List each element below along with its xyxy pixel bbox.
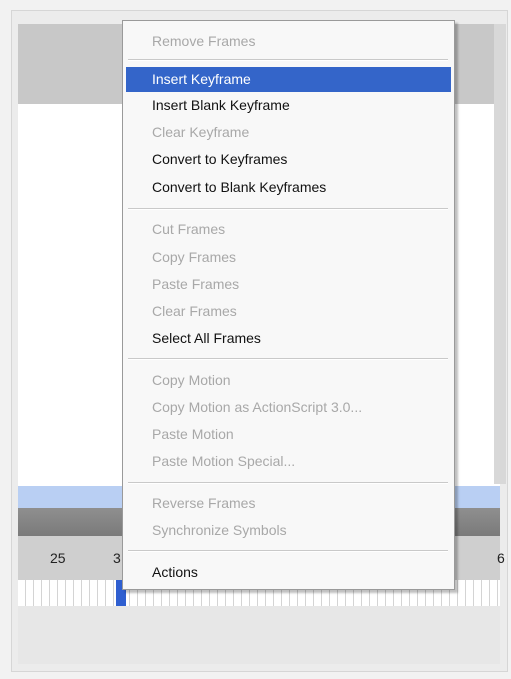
menu-item-select-all-frames[interactable]: Select All Frames [126, 326, 451, 351]
menu-separator [128, 550, 448, 552]
menu-separator [128, 59, 448, 61]
context-menu: Remove Frames Insert Keyframe Insert Bla… [122, 20, 455, 590]
menu-item-paste-frames: Paste Frames [152, 276, 240, 292]
menu-item-cut-frames: Cut Frames [152, 221, 226, 237]
menu-separator [128, 208, 448, 210]
menu-item-synchronize-symbols: Synchronize Symbols [152, 522, 287, 538]
ruler-label-3: 3 [113, 550, 121, 566]
menu-item-convert-to-blank-keyframes[interactable]: Convert to Blank Keyframes [126, 175, 451, 200]
menu-item-convert-to-keyframes[interactable]: Convert to Keyframes [126, 147, 451, 172]
menu-item-insert-blank-keyframe[interactable]: Insert Blank Keyframe [126, 93, 451, 118]
menu-item-copy-motion-as-actionscript: Copy Motion as ActionScript 3.0... [152, 399, 363, 415]
menu-item-clear-keyframe: Clear Keyframe [152, 124, 250, 140]
menu-item-clear-frames: Clear Frames [152, 303, 237, 319]
menu-item-copy-motion: Copy Motion [152, 372, 231, 388]
lower-panel [18, 606, 500, 664]
menu-item-actions[interactable]: Actions [126, 560, 451, 585]
menu-item-paste-motion: Paste Motion [152, 426, 234, 442]
menu-separator [128, 358, 448, 360]
menu-item-reverse-frames: Reverse Frames [152, 495, 256, 511]
menu-separator [128, 482, 448, 484]
menu-item-remove-frames: Remove Frames [152, 33, 256, 49]
menu-item-copy-frames: Copy Frames [152, 249, 237, 265]
right-scroll-strip[interactable] [494, 24, 506, 484]
ruler-label-25: 25 [50, 550, 66, 566]
ruler-label-6: 6 [497, 550, 505, 566]
menu-item-paste-motion-special: Paste Motion Special... [152, 453, 296, 469]
menu-item-insert-keyframe[interactable]: Insert Keyframe [126, 67, 451, 92]
